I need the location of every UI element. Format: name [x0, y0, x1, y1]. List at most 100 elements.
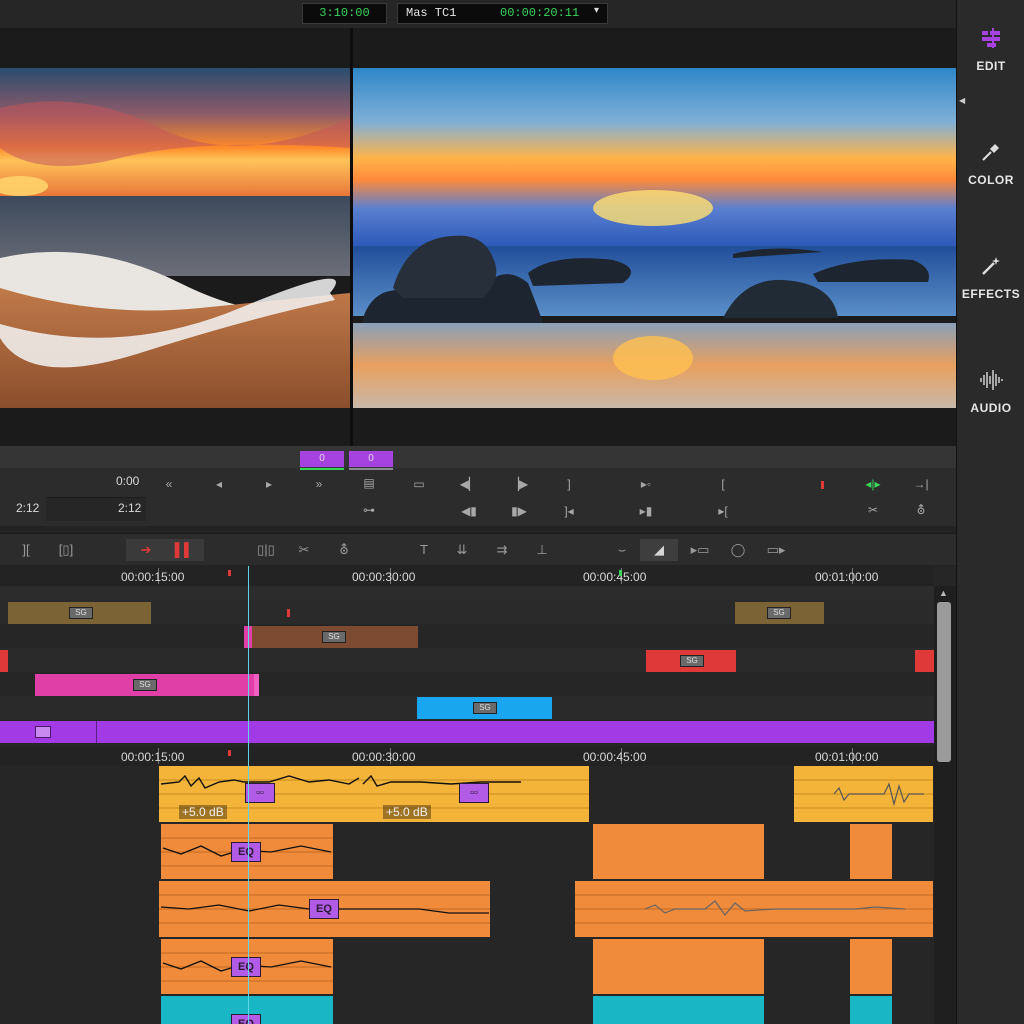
workspace-audio[interactable]: AUDIO [957, 368, 1024, 415]
extract-icon[interactable]: ⇉ [490, 542, 514, 558]
record-monitor[interactable] [353, 68, 956, 408]
render-icon[interactable]: ▭▸ [764, 542, 788, 558]
clip-badge: SG [69, 607, 93, 619]
eq-badge[interactable]: EQ [231, 1014, 261, 1024]
record-icon[interactable]: ◯ [726, 542, 750, 558]
mark-out-icon[interactable]: ] [558, 477, 580, 491]
trim-icon[interactable]: ⛢ [910, 503, 932, 517]
master-timecode-display[interactable]: Mas TC1 00:00:20:11 ▾ [397, 3, 608, 24]
eq-badge[interactable]: EQ [309, 899, 339, 919]
audio-clip[interactable] [593, 939, 764, 994]
lift-icon[interactable]: ⇊ [450, 542, 474, 558]
video-clip[interactable]: SG [646, 650, 736, 672]
audio-clip[interactable]: ▫▫ +5.0 dB [159, 766, 361, 822]
workspace-edit[interactable]: EDIT [957, 26, 1024, 73]
workspace-panel: EDIT ◀ COLOR EFFECTS AUDIO [956, 0, 1024, 1024]
video-clip[interactable]: SG [735, 602, 824, 624]
cut-icon[interactable]: ✂ [862, 503, 884, 517]
audio-clip[interactable] [575, 881, 933, 937]
slip-icon[interactable]: ][ [14, 542, 38, 557]
source-counter[interactable]: 0 [300, 451, 344, 467]
eq-badge[interactable]: EQ [231, 957, 261, 977]
in-to-start-icon[interactable]: ▸[ [712, 504, 734, 518]
fade-icon[interactable]: ⌣ [610, 542, 634, 558]
trim-mode-icon[interactable]: ⛢ [332, 542, 356, 558]
video-clip[interactable]: SG [8, 602, 151, 624]
source-browser-icon[interactable]: ▤ [358, 476, 380, 490]
scroll-up-icon[interactable]: ▲ [939, 588, 948, 598]
audio-clip[interactable]: ▫▫ +5.0 dB [361, 766, 589, 822]
scrollbar-thumb[interactable] [937, 602, 951, 762]
current-timecode: 3:10:00 [302, 3, 387, 24]
play-icon[interactable]: ▸ [258, 477, 280, 491]
edit-toolbar: ][ [▯] ➔ ▌▌ ▯|▯ ✂ ⛢ T ⇊ ⇉ ⊥ ⌣ ◢ ▸▭ ◯ ▭▸ [0, 533, 956, 565]
audio-clip[interactable] [850, 939, 892, 994]
vertical-scrollbar[interactable]: ▲ [934, 586, 956, 1024]
timeline[interactable]: 00:00:15:00 00:00:30:00 00:00:45:00 00:0… [0, 566, 956, 1024]
workspace-effects[interactable]: EFFECTS [957, 254, 1024, 301]
split-icon[interactable]: ▯|▯ [254, 542, 278, 558]
audio-clip[interactable] [850, 824, 892, 879]
marker [287, 609, 290, 617]
collapse-arrow-icon[interactable]: ◀ [959, 96, 965, 105]
playhead[interactable] [248, 566, 249, 1024]
text-tool-icon[interactable]: T [412, 542, 436, 557]
audio-clip[interactable]: EQ [161, 824, 333, 879]
video-clip[interactable] [0, 650, 8, 672]
video-clip[interactable]: SG [35, 674, 256, 696]
add-marker-icon[interactable]: ◂|▸ [862, 477, 884, 491]
trim-handle[interactable] [254, 674, 259, 696]
chevron-down-icon[interactable]: ▾ [594, 2, 599, 21]
out-to-end-icon[interactable]: ]◂ [558, 504, 580, 518]
audio-clip[interactable]: EQ [161, 939, 333, 994]
rewind-icon[interactable]: « [158, 477, 180, 491]
audio-ruler[interactable]: 00:00:15:00 00:00:30:00 00:00:45:00 00:0… [0, 746, 934, 766]
match-frame-icon[interactable]: ▸▮ [635, 504, 657, 518]
fast-forward-icon[interactable]: » [308, 477, 330, 491]
video-ruler[interactable]: 00:00:15:00 00:00:30:00 00:00:45:00 00:0… [0, 566, 934, 586]
record-counter[interactable]: 0 [349, 451, 393, 467]
time-display-b: 2:12 [16, 501, 40, 515]
slide-icon[interactable]: [▯] [54, 542, 78, 558]
magic-wand-icon [982, 257, 1000, 275]
lift-overwrite-icon[interactable]: ⊥ [530, 542, 554, 558]
audio-clip[interactable] [593, 996, 764, 1024]
overwrite-icon[interactable]: →| [910, 477, 932, 491]
video-clip[interactable] [915, 650, 934, 672]
clip-mode-icon[interactable]: ▸▭ [688, 542, 712, 558]
video-track[interactable] [0, 648, 934, 672]
source-monitor[interactable] [0, 68, 350, 408]
plugin-badge[interactable]: ▫▫ [459, 783, 489, 803]
audio-clip[interactable] [850, 996, 892, 1024]
position-bar[interactable] [0, 446, 956, 468]
marker [228, 750, 231, 756]
segment-mode-icon[interactable]: ◢ [647, 542, 671, 558]
video-track[interactable] [0, 624, 934, 648]
next-edit-icon[interactable]: ▮▶ [508, 504, 530, 518]
audio-clip[interactable]: EQ [161, 996, 333, 1024]
link-icon[interactable]: ⊶ [358, 503, 380, 517]
clip-view-icon[interactable]: ▭ [408, 477, 430, 491]
video-clip[interactable]: SG [244, 626, 418, 648]
scissors-icon[interactable]: ✂ [292, 542, 316, 558]
prev-edit-icon[interactable]: ◀▮ [458, 504, 480, 518]
audio-clip[interactable]: EQ [159, 881, 490, 937]
step-back-icon[interactable]: ◂ [208, 477, 230, 491]
plugin-badge[interactable]: ▫▫ [245, 783, 275, 803]
audio-waveform [575, 894, 933, 924]
video-clip[interactable] [0, 721, 934, 743]
overwrite-mode-icon[interactable]: ▌▌ [172, 542, 196, 557]
master-timecode-value: 00:00:20:11 [500, 6, 580, 20]
splice-in-icon[interactable]: ➔ [134, 542, 158, 558]
monitor-divider[interactable] [350, 28, 353, 446]
go-to-in-icon[interactable]: ◀▏ [458, 477, 480, 491]
clip-boundary [96, 721, 97, 743]
video-clip[interactable]: SG [417, 697, 552, 719]
play-to-out-icon[interactable]: ▸◦ [635, 477, 657, 491]
audio-clip[interactable] [794, 766, 933, 822]
go-to-out-icon[interactable]: ▕▶ [508, 477, 530, 491]
audio-clip[interactable] [593, 824, 764, 879]
mark-in-icon[interactable]: [ [712, 477, 734, 491]
eq-badge[interactable]: EQ [231, 842, 261, 862]
workspace-color[interactable]: COLOR [957, 140, 1024, 187]
